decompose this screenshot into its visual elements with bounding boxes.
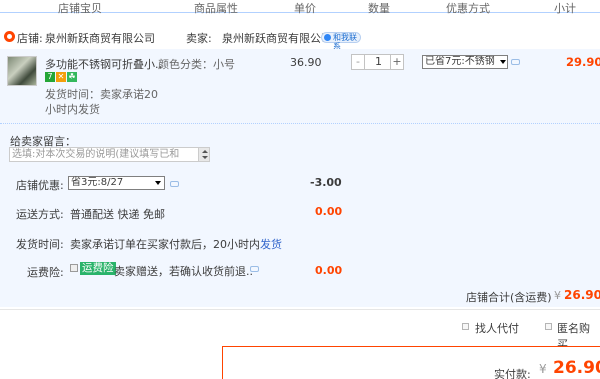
insurance-text: 卖家赠送，若确认收货前退..: [114, 265, 253, 278]
order-item-row: 多功能不锈钢可折叠小.. 颜色分类：小号 7 ✕ ☘ 发货时间：卖家承诺20 小时内…: [0, 49, 600, 123]
col-header-qty: 数量: [368, 2, 390, 15]
guarantee-icon[interactable]: ✕: [56, 72, 66, 82]
insurance-checkbox[interactable]: [70, 264, 78, 272]
delivery-time-label: 发货时间:: [16, 238, 64, 251]
insurance-tag: 运费险: [80, 262, 116, 275]
shop-row: 店铺: 泉州新跃商贸有限公司 卖家: 泉州新跃商贸有限公司 和我联系: [0, 27, 600, 51]
message-placeholder: 选填:对本次交易的说明(建议填写已和: [12, 149, 180, 160]
order-options-form: 给卖家留言： 选填:对本次交易的说明(建议填写已和 店铺优惠: 省3元:8/27…: [0, 123, 600, 307]
info-icon[interactable]: [250, 266, 259, 272]
order-table-header: 店铺宝贝 商品属性 单价 数量 优惠方式 小计: [0, 0, 600, 15]
insurance-amount: 0.00: [315, 264, 343, 277]
currency-symbol: ¥: [539, 362, 547, 376]
col-header-discount: 优惠方式: [446, 2, 490, 15]
shop-coupon-select[interactable]: 省3元:8/27: [68, 176, 165, 190]
shop-label: 店铺:: [17, 32, 43, 45]
insurance-label: 运费险:: [27, 266, 64, 279]
product-sku: 颜色分类：小号: [158, 58, 235, 71]
quantity-stepper: - 1 +: [351, 54, 404, 70]
shop-total-label: 店铺合计(含运费): [466, 291, 552, 304]
coupon-value: 省3元:8/27: [71, 177, 124, 188]
ship-time-line1: 发货时间：卖家承诺20: [45, 88, 158, 101]
edit-icon[interactable]: [170, 181, 179, 187]
coupon-label: 店铺优惠:: [16, 179, 64, 192]
qty-minus-button[interactable]: -: [352, 55, 365, 69]
coupon-amount: -3.00: [310, 176, 342, 189]
chevron-down-icon: [155, 181, 161, 185]
delivery-time-desc: 卖家承诺订单在买家付款后，20小时内: [70, 238, 260, 251]
item-discount-value: 已省7元:不锈钢: [425, 56, 495, 67]
anonymous-checkbox[interactable]: [545, 323, 552, 330]
col-header-props: 商品属性: [194, 2, 238, 15]
proxy-pay-label[interactable]: 找人代付: [475, 320, 519, 336]
shop-total-value: 26.90: [564, 288, 600, 302]
shop-icon: [4, 31, 15, 42]
seller-message-textarea[interactable]: 选填:对本次交易的说明(建议填写已和: [9, 147, 210, 162]
product-title-link[interactable]: 多功能不锈钢可折叠小..: [45, 56, 162, 72]
eco-icon[interactable]: ☘: [67, 72, 77, 82]
shop-total-row: 店铺合计(含运费) ¥ 26.90: [0, 281, 600, 307]
shipping-label: 运送方式:: [16, 208, 64, 221]
seven-day-return-icon[interactable]: 7: [45, 72, 55, 82]
delivery-time-link[interactable]: 发货: [260, 238, 282, 251]
col-header-price: 单价: [294, 2, 316, 15]
currency-symbol: ¥: [554, 289, 561, 302]
unit-price: 36.90: [290, 56, 322, 69]
seller-name-link[interactable]: 泉州新跃商贸有限公司: [222, 30, 332, 46]
edit-icon[interactable]: [511, 59, 520, 65]
contact-seller-button[interactable]: 和我联系: [321, 32, 361, 51]
item-discount-select[interactable]: 已省7元:不锈钢: [422, 55, 508, 69]
col-header-item: 店铺宝贝: [58, 2, 102, 15]
order-extra-options: 找人代付 匿名购买: [0, 309, 600, 351]
ship-time-line2: 小时内发货: [45, 103, 100, 116]
textarea-scrollbar[interactable]: [198, 148, 209, 161]
shipping-method: 普通配送 快递 免邮: [70, 208, 165, 221]
product-thumbnail[interactable]: [7, 56, 37, 86]
proxy-pay-checkbox[interactable]: [462, 323, 469, 330]
delivery-time-text: 卖家承诺订单在买家付款后，20小时内发货: [70, 236, 282, 252]
col-header-subtotal: 小计: [554, 2, 576, 15]
seller-label: 卖家:: [186, 32, 212, 45]
qty-input[interactable]: 1: [365, 55, 392, 69]
chevron-down-icon: [500, 60, 506, 64]
shipping-amount: 0.00: [315, 205, 343, 218]
pay-total-value: 26.90: [553, 358, 600, 378]
service-badges: 7 ✕ ☘: [45, 72, 78, 82]
pay-label: 实付款:: [494, 368, 531, 379]
shop-name-link[interactable]: 泉州新跃商贸有限公司: [45, 30, 155, 46]
qty-plus-button[interactable]: +: [390, 55, 403, 69]
item-subtotal: 29.90: [566, 55, 600, 69]
payment-summary: 实付款: ¥ 26.90: [222, 346, 600, 379]
